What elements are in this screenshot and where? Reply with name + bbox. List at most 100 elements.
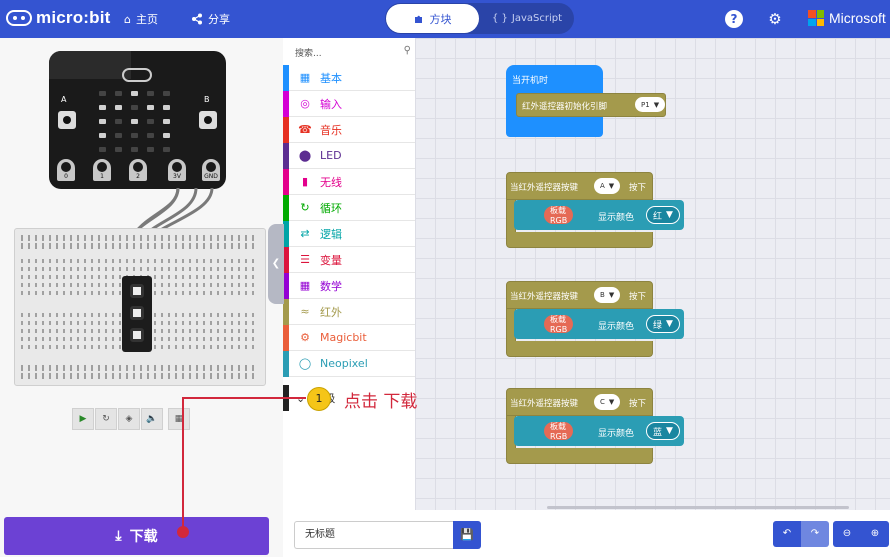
tab-blocks[interactable]: 方块: [386, 4, 479, 33]
category-label: 红外: [320, 305, 342, 319]
search-input[interactable]: 搜索... ⚲: [295, 45, 411, 60]
handler-suffix: 按下: [629, 292, 647, 302]
onboard-rgb-pill[interactable]: 板载RGB: [544, 206, 574, 225]
wifi-icon: ≈: [300, 305, 310, 318]
ir-init-block[interactable]: 红外遥控器初始化引脚 P1 ▼: [516, 93, 666, 117]
category-item[interactable]: ▦ 基本: [283, 64, 415, 91]
category-item[interactable]: ≈ 红外: [283, 298, 415, 325]
category-label: 输入: [320, 97, 342, 111]
color-dropdown[interactable]: 红 ▼: [646, 206, 680, 224]
zoom-out-icon[interactable]: ⊖: [833, 521, 861, 547]
save-icon[interactable]: 💾: [453, 521, 481, 549]
key-dropdown[interactable]: B ▼: [594, 287, 621, 303]
home-button[interactable]: ⌂ 主页: [124, 11, 158, 27]
home-icon: ⌂: [124, 12, 131, 26]
download-label: 下载: [129, 529, 158, 545]
color-dropdown[interactable]: 蓝 ▼: [646, 422, 680, 440]
annotation-line: [182, 397, 184, 531]
handler-label: 当红外遥控器按键: [510, 399, 579, 409]
project-name-input[interactable]: 无标题: [294, 521, 453, 549]
tab-javascript[interactable]: { } JavaScript: [481, 4, 573, 33]
onboard-rgb-pill[interactable]: 板载RGB: [544, 422, 574, 441]
search-icon[interactable]: ⚲: [404, 45, 411, 56]
download-icon: ⤓: [115, 528, 122, 544]
on-start-label: 当开机时: [512, 76, 549, 86]
workspace-scrollbar[interactable]: [547, 506, 849, 509]
target-icon: ◎: [300, 97, 310, 110]
annotation-line: [182, 397, 306, 399]
category-item[interactable]: ⬤ LED: [283, 142, 415, 169]
annotation-text: 点击 下载: [344, 392, 418, 412]
microsoft-logo[interactable]: Microsoft: [808, 10, 886, 26]
category-label: 变量: [320, 253, 342, 267]
category-label: 无线: [320, 175, 342, 189]
annotation-step-badge: 1: [307, 387, 331, 411]
microbit-logo[interactable]: micro:bit: [6, 8, 111, 28]
share-button[interactable]: 分享: [191, 11, 230, 27]
signal-icon: ▮: [301, 175, 309, 188]
slow-mo-icon[interactable]: ◈: [118, 408, 140, 430]
undo-redo-group: ↶ ↷: [773, 521, 829, 547]
toggle-icon: ⬤: [298, 149, 312, 162]
share-icon: [192, 13, 202, 25]
share-label: 分享: [208, 13, 230, 26]
shuffle-icon: ⇄: [300, 227, 310, 240]
key-dropdown[interactable]: A ▼: [594, 178, 621, 194]
category-item[interactable]: ▮ 无线: [283, 168, 415, 195]
bottom-toolbar: 无标题 💾 ↶ ↷ ⊖ ⊕: [283, 510, 890, 557]
handler-label: 当红外遥控器按键: [510, 183, 579, 193]
category-label: LED: [320, 149, 342, 162]
top-header: micro:bit ⌂ 主页 分享 方块 { } JavaScript ? ⚙ …: [0, 0, 890, 38]
category-item[interactable]: ⇄ 逻辑: [283, 220, 415, 247]
grid-icon: ▦: [299, 71, 311, 84]
color-dropdown[interactable]: 绿 ▼: [646, 315, 680, 333]
category-item[interactable]: ☎ 音乐: [283, 116, 415, 143]
zoom-in-icon[interactable]: ⊕: [861, 521, 889, 547]
pin-dropdown[interactable]: P1 ▼: [635, 97, 666, 112]
toolbox: 搜索... ⚲ ▦ 基本 ◎ 输入 ☎ 音乐 ⬤ LED ▮ 无线 ↻ 循环 ⇄ 逻辑 ☰ 变量 ▦ 数学 ≈ 红外 ⚙…: [283, 38, 415, 557]
category-item[interactable]: ▦ 数学: [283, 272, 415, 299]
collapse-simulator-button[interactable]: ❮: [268, 224, 284, 304]
mute-icon[interactable]: 🔈: [141, 408, 163, 430]
ring-icon: ◯: [298, 357, 312, 370]
calculator-icon: ▦: [299, 279, 311, 292]
rgb-led-module: [122, 276, 152, 352]
headphones-icon: ☎: [298, 123, 312, 136]
redo-icon[interactable]: ↷: [801, 521, 829, 547]
simulator-controls: ▶ ↻ ◈ 🔈 ▦: [72, 408, 190, 430]
help-icon[interactable]: ?: [725, 10, 743, 28]
logo-text: micro:bit: [36, 8, 111, 27]
microbit-logo-icon: [6, 10, 32, 26]
play-icon[interactable]: ▶: [72, 408, 94, 430]
undo-icon[interactable]: ↶: [773, 521, 801, 547]
screenshot-icon[interactable]: ▦: [168, 408, 190, 430]
onboard-rgb-pill[interactable]: 板载RGB: [544, 315, 574, 334]
key-dropdown[interactable]: C ▼: [594, 394, 621, 410]
gear-icon: ⚙: [300, 331, 310, 344]
lines-icon: ☰: [300, 253, 310, 266]
restart-icon[interactable]: ↻: [95, 408, 117, 430]
category-item[interactable]: ◯ Neopixel: [283, 350, 415, 377]
annotation-dot: [177, 526, 189, 538]
category-label: Magicbit: [320, 331, 367, 344]
download-button[interactable]: ⤓ 下载: [4, 517, 269, 555]
action-label: 显示颜色: [598, 429, 635, 439]
category-item[interactable]: ⚙ Magicbit: [283, 324, 415, 351]
action-label: 显示颜色: [598, 322, 635, 332]
category-item[interactable]: ☰ 变量: [283, 246, 415, 273]
action-label: 显示颜色: [598, 213, 635, 223]
home-label: 主页: [135, 13, 158, 26]
editor-mode-toggle: 方块 { } JavaScript: [385, 3, 574, 34]
tab-blocks-label: 方块: [429, 12, 452, 26]
category-item[interactable]: ◎ 输入: [283, 90, 415, 117]
category-item[interactable]: ↻ 循环: [283, 194, 415, 221]
category-label: 数学: [320, 279, 342, 293]
category-label: 逻辑: [320, 227, 342, 241]
category-label: 音乐: [320, 123, 342, 137]
category-label: 循环: [320, 201, 342, 215]
block-workspace[interactable]: 当开机时 红外遥控器初始化引脚 P1 ▼ 当红外遥控器按键 A ▼ 按下 板载RGB 显示颜…: [415, 38, 890, 510]
braces-icon: { }: [491, 13, 508, 24]
category-label: 基本: [320, 71, 342, 85]
gear-icon[interactable]: ⚙: [766, 10, 784, 28]
puzzle-icon: [414, 15, 422, 23]
